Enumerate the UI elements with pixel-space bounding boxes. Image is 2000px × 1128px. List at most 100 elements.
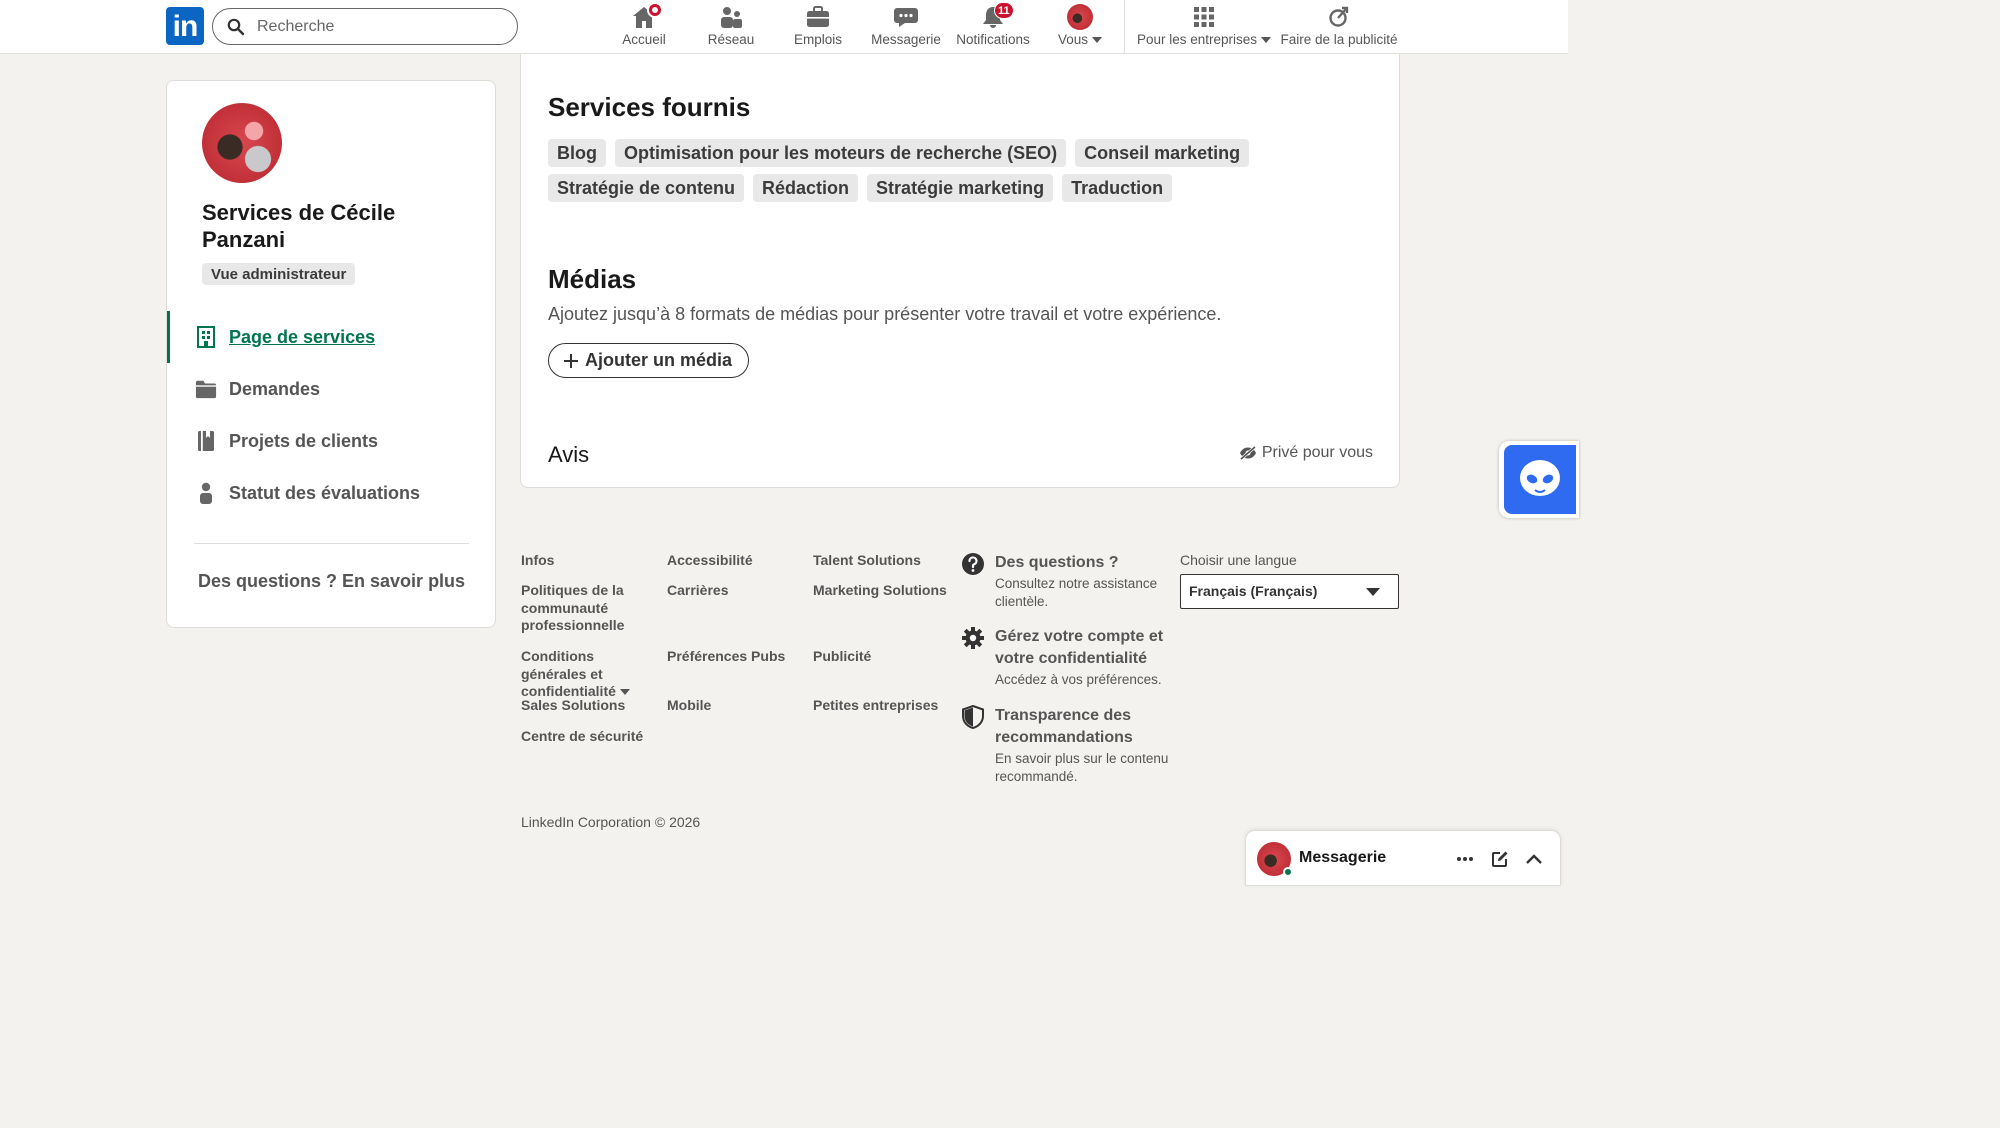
nav-messaging-label: Messagerie: [871, 32, 941, 47]
service-pill: Traduction: [1062, 174, 1173, 202]
service-pill: Stratégie marketing: [867, 174, 1054, 202]
sidebar-item-label: Projets de clients: [229, 430, 379, 451]
search-box[interactable]: [212, 8, 518, 45]
building-icon: [195, 326, 217, 348]
notifications-count-badge: 11: [994, 2, 1014, 19]
footer-link-sales[interactable]: Sales Solutions: [521, 697, 625, 715]
shield-icon: [961, 704, 985, 730]
question-icon: [961, 552, 985, 576]
alien-mascot-icon: [1504, 445, 1576, 514]
advertise-icon: [1325, 4, 1353, 30]
services-sidebar: Services de Cécile Panzani Vue administr…: [166, 80, 496, 628]
help-subtitle: Consultez notre assistance clientèle.: [995, 576, 1158, 609]
footer-link-careers[interactable]: Carrières: [667, 582, 729, 600]
nav-advertise[interactable]: Faire de la publicité: [1276, 0, 1402, 54]
gear-icon: [961, 626, 985, 650]
eye-slash-icon: [1239, 445, 1256, 461]
service-pill: Blog: [548, 139, 606, 167]
footer-link-infos[interactable]: Infos: [521, 552, 554, 570]
network-icon: [717, 4, 745, 30]
plus-icon: [564, 353, 578, 368]
nav-messaging[interactable]: Messagerie: [868, 0, 944, 54]
dropdown-arrow-icon: [1366, 588, 1380, 596]
sidebar-item-client-projects[interactable]: Projets de clients: [167, 415, 495, 467]
footer-help-transparency[interactable]: Transparence des recommandations En savo…: [961, 704, 1181, 785]
nav-notifications[interactable]: 11 Notifications: [952, 0, 1034, 54]
service-pill: Rédaction: [753, 174, 859, 202]
footer: Infos Accessibilité Talent Solutions Pol…: [521, 548, 1401, 838]
divider: [194, 543, 469, 544]
nav-me[interactable]: Vous: [1052, 0, 1108, 54]
footer-help-account[interactable]: Gérez votre compte et votre confidential…: [961, 626, 1176, 689]
services-heading: Services fournis: [548, 92, 751, 122]
caret-down-icon: [619, 689, 630, 696]
nav-network-label: Réseau: [707, 32, 755, 47]
help-learn-more-link[interactable]: Des questions ? En savoir plus: [198, 571, 465, 592]
nav-me-label-wrap: Vous: [1057, 32, 1103, 47]
assistant-tab[interactable]: [1499, 441, 1579, 518]
caret-down-icon: [1092, 37, 1103, 44]
search-input[interactable]: [257, 16, 497, 38]
chevron-up-icon[interactable]: [1522, 847, 1546, 871]
caret-down-icon: [1261, 37, 1272, 44]
services-main-card: Services fournis Blog Optimisation pour …: [520, 54, 1400, 488]
sidebar-item-requests[interactable]: Demandes: [167, 363, 495, 415]
nav-home[interactable]: Accueil: [616, 0, 672, 54]
media-description: Ajoutez jusqu’à 8 formats de médias pour…: [548, 304, 1222, 324]
footer-link-mobile[interactable]: Mobile: [667, 697, 711, 715]
help-subtitle: Accédez à vos préférences.: [995, 672, 1162, 687]
person-icon: [195, 482, 217, 504]
footer-link-accessibility[interactable]: Accessibilité: [667, 552, 753, 570]
private-label: Privé pour vous: [1261, 444, 1373, 461]
nav-jobs[interactable]: Emplois: [790, 0, 846, 54]
footer-link-marketing[interactable]: Marketing Solutions: [813, 582, 947, 600]
chat-icon: [892, 4, 920, 30]
language-select[interactable]: Français (Français): [1180, 574, 1399, 609]
media-heading: Médias: [548, 264, 637, 294]
help-subtitle: En savoir plus sur le contenu recommandé…: [995, 751, 1169, 784]
online-status-dot: [1283, 867, 1293, 877]
grid-icon: [1190, 4, 1218, 30]
footer-link-privacy[interactable]: Conditions générales et confidentialité: [521, 648, 663, 701]
more-options-icon[interactable]: [1453, 847, 1477, 871]
nav-me-label: Vous: [1057, 32, 1089, 47]
private-indicator: Privé pour vous: [1239, 444, 1373, 462]
services-page-title: Services de Cécile Panzani: [202, 200, 396, 252]
sidebar-item-label: Statut des évaluations: [229, 482, 421, 503]
nav-jobs-label: Emplois: [793, 32, 842, 47]
nav-business-label: Pour les entreprises: [1136, 32, 1258, 47]
add-media-button[interactable]: Ajouter un média: [548, 343, 750, 378]
service-pill: Conseil marketing: [1075, 139, 1250, 167]
footer-link-talent[interactable]: Talent Solutions: [813, 552, 921, 570]
notebook-icon: [195, 430, 217, 452]
nav-home-label: Accueil: [622, 32, 666, 47]
reviews-heading: Avis: [548, 442, 590, 467]
sidebar-item-review-status[interactable]: Statut des évaluations: [167, 467, 495, 519]
home-badge: [647, 2, 663, 18]
footer-help-questions[interactable]: Des questions ? Consultez notre assistan…: [961, 552, 1171, 610]
sidebar-item-label: Page de services: [229, 326, 376, 347]
top-navigation: in Accueil Réseau Emplois Messagerie: [0, 0, 1568, 54]
language-value: Français (Français): [1189, 583, 1318, 599]
nav-business[interactable]: Pour les entreprises: [1134, 0, 1274, 54]
sidebar-item-services-page[interactable]: Page de services: [167, 311, 495, 363]
copyright: LinkedIn Corporation © 2026: [521, 814, 701, 830]
footer-link-advertising[interactable]: Publicité: [813, 648, 871, 666]
messaging-bar[interactable]: Messagerie: [1245, 830, 1561, 886]
footer-link-community[interactable]: Politiques de la communauté professionne…: [521, 582, 641, 635]
footer-link-ad-prefs[interactable]: Préférences Pubs: [667, 648, 785, 666]
nav-network[interactable]: Réseau: [704, 0, 758, 54]
add-media-label: Ajouter un média: [585, 350, 733, 370]
linkedin-logo[interactable]: in: [166, 7, 204, 45]
help-title: Des questions ?: [995, 554, 1119, 571]
nav-separator: [1124, 0, 1125, 54]
help-title: Gérez votre compte et votre confidential…: [995, 628, 1164, 667]
me-avatar: [1066, 4, 1094, 30]
nav-business-label-wrap: Pour les entreprises: [1136, 32, 1272, 47]
compose-icon[interactable]: [1488, 847, 1512, 871]
nav-notifications-label: Notifications: [956, 32, 1030, 47]
messaging-bar-title: Messagerie: [1299, 849, 1387, 866]
profile-avatar[interactable]: [202, 103, 282, 183]
footer-link-safety[interactable]: Centre de sécurité: [521, 728, 643, 746]
footer-link-small-business[interactable]: Petites entreprises: [813, 697, 938, 715]
